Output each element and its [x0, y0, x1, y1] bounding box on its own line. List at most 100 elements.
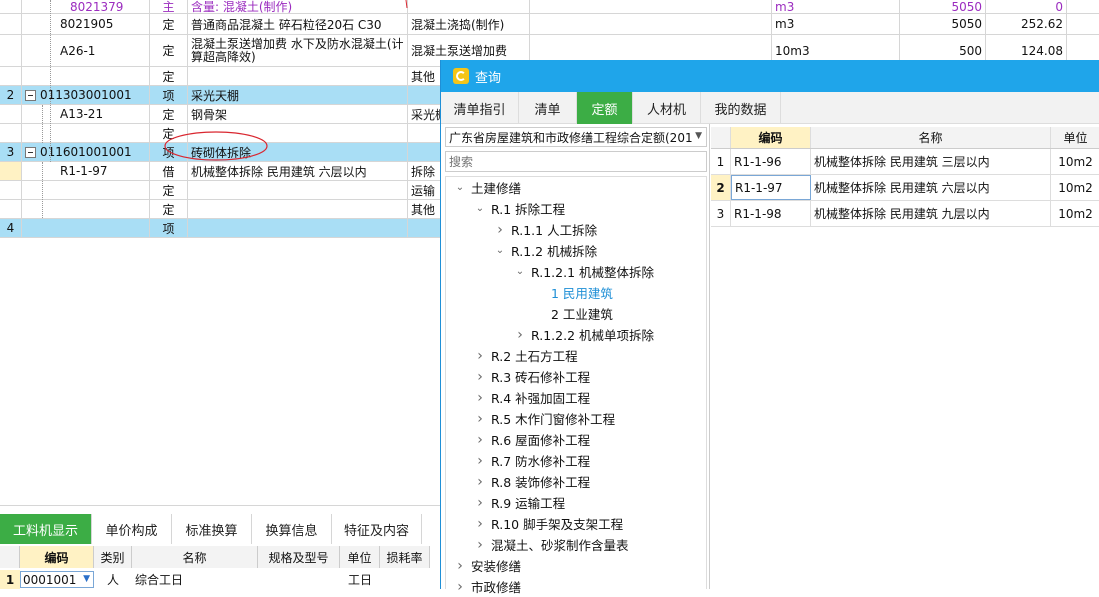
tree-node-label: 1 民用建筑	[551, 286, 613, 301]
row-unit: 10m2	[1058, 180, 1093, 195]
col-header-loss-rate[interactable]: 损耗率	[380, 546, 430, 568]
code-value: 0001001	[23, 572, 77, 587]
row-name: 综合工日	[135, 573, 184, 587]
tree-connector	[42, 162, 43, 218]
col-header-code[interactable]: 编码	[20, 546, 94, 568]
tree-node[interactable]: › R.8 装饰修补工程	[473, 471, 590, 492]
tab-standard-conversion[interactable]: 标准换算	[172, 514, 252, 544]
chevron-down-icon[interactable]: ▼	[695, 131, 702, 141]
tree-node-label: R.4 补强加固工程	[491, 391, 591, 406]
chevron-right-icon[interactable]: ›	[473, 516, 487, 532]
tree-node[interactable]: › R.5 木作门窗修补工程	[473, 408, 615, 429]
chevron-right-icon[interactable]: ›	[473, 411, 487, 427]
code-combobox[interactable]: 0001001 ▼	[20, 571, 94, 588]
library-select[interactable]: 广东省房屋建筑和市政修缮工程综合定额(201 ▼	[445, 127, 707, 147]
table-row[interactable]: 3 R1-1-98 机械整体拆除 民用建筑 九层以内 10m2	[711, 201, 1099, 227]
row-type: 借	[150, 162, 188, 180]
tree-node[interactable]: ⌄ R.1.2 机械拆除	[493, 240, 597, 261]
table-row[interactable]: 8021905 定 普通商品混凝土 碎石粒径20石 C30 混凝土浇捣(制作) …	[0, 14, 1099, 35]
chevron-right-icon[interactable]: ›	[473, 474, 487, 490]
tree-node[interactable]: › R.10 脚手架及支架工程	[473, 513, 623, 534]
dialog-titlebar[interactable]: 查询	[441, 60, 1099, 92]
row-name: 采光天棚	[188, 86, 408, 104]
chevron-right-icon[interactable]: ›	[473, 369, 487, 385]
tree-node-label: 市政修缮	[471, 580, 522, 595]
row-type: 定	[150, 14, 188, 34]
tree-node[interactable]: 2 工业建筑	[547, 303, 613, 324]
tab-quota[interactable]: 定额	[577, 92, 633, 124]
row-type: 定	[150, 181, 188, 199]
tree-node[interactable]: › R.3 砖石修补工程	[473, 366, 590, 387]
chevron-right-icon[interactable]: ›	[473, 495, 487, 511]
tab-features[interactable]: 特征及内容	[332, 514, 422, 544]
row-code: 011601001001	[40, 145, 132, 159]
col-header-code[interactable]: 编码	[731, 127, 811, 148]
tree-node[interactable]: › R.9 运输工程	[473, 492, 565, 513]
tab-labor-material[interactable]: 工料机显示	[0, 514, 92, 544]
tree-node[interactable]: › R.1.2.2 机械单项拆除	[513, 324, 654, 345]
chevron-down-icon[interactable]: ⌄	[453, 182, 467, 193]
tree-node[interactable]: › R.2 土石方工程	[473, 345, 577, 366]
chevron-down-icon[interactable]: ⌄	[493, 245, 507, 256]
tree-node[interactable]: ⌄ R.1.2.1 机械整体拆除	[513, 261, 654, 282]
red-ellipse-annotation	[164, 131, 268, 161]
row-name	[188, 219, 408, 237]
tree-node[interactable]: › R.7 防水修补工程	[473, 450, 590, 471]
row-name	[188, 67, 408, 85]
row-type: 主	[150, 0, 188, 13]
collapse-icon[interactable]	[25, 146, 36, 158]
chevron-right-icon[interactable]: ›	[453, 579, 467, 595]
tab-my-data[interactable]: 我的数据	[701, 92, 781, 124]
table-row[interactable]: 8021379 主 含量: 混凝土(制作) m3 5050 0	[0, 0, 1099, 14]
tab-labor-material-machine[interactable]: 人材机	[633, 92, 701, 124]
tree-node[interactable]: › R.4 补强加固工程	[473, 387, 590, 408]
tree-node[interactable]: › R.1.1 人工拆除	[493, 219, 597, 240]
chevron-right-icon[interactable]: ›	[513, 327, 527, 343]
dropdown-arrow-icon[interactable]: ▼	[83, 574, 90, 584]
row-name: 混凝土泵送增加费 水下及防水混凝土(计算超高降效)	[188, 35, 408, 66]
tree-node[interactable]: ⌄ R.1 拆除工程	[473, 198, 565, 219]
tree-node[interactable]: › R.6 屋面修补工程	[473, 429, 590, 450]
chevron-down-icon[interactable]: ⌄	[513, 266, 527, 277]
search-box[interactable]	[445, 151, 707, 172]
tree-node[interactable]: › 混凝土、砂浆制作含量表	[473, 534, 628, 555]
tab-bill-guide[interactable]: 清单指引	[441, 92, 519, 124]
table-row[interactable]: 2 R1-1-97 机械整体拆除 民用建筑 六层以内 10m2	[711, 175, 1099, 201]
chevron-right-icon[interactable]: ›	[473, 537, 487, 553]
tree-node[interactable]: 1 民用建筑	[547, 282, 613, 303]
row-name: 机械整体拆除 民用建筑 三层以内	[811, 149, 1051, 174]
row-index: 4	[0, 219, 22, 237]
row-unit: 10m2	[1058, 206, 1093, 221]
row-name: 机械整体拆除 民用建筑 六层以内	[188, 162, 408, 180]
dialog-title: 查询	[475, 70, 502, 86]
chevron-down-icon[interactable]: ⌄	[473, 203, 487, 214]
col-header-spec[interactable]: 规格及型号	[258, 546, 340, 568]
table-row[interactable]: 1 R1-1-96 机械整体拆除 民用建筑 三层以内 10m2	[711, 149, 1099, 175]
tab-bill[interactable]: 清单	[519, 92, 577, 124]
search-input[interactable]	[446, 152, 706, 171]
collapse-icon[interactable]	[25, 89, 36, 101]
tree-node[interactable]: › 安装修缮	[453, 555, 521, 576]
col-header-unit[interactable]: 单位	[340, 546, 380, 568]
chevron-right-icon[interactable]: ›	[493, 222, 507, 238]
tree-node[interactable]: ⌄ 土建修缮	[453, 177, 521, 198]
splitter[interactable]	[709, 124, 710, 589]
chevron-right-icon[interactable]: ›	[453, 558, 467, 574]
row-code[interactable]: R1-1-97	[731, 175, 811, 200]
tree-node[interactable]: › 市政修缮	[453, 576, 521, 597]
col-header-name[interactable]: 名称	[811, 127, 1051, 148]
chevron-right-icon[interactable]: ›	[473, 453, 487, 469]
tab-conversion-info[interactable]: 换算信息	[252, 514, 332, 544]
tree-node-label: R.1 拆除工程	[491, 202, 566, 217]
chevron-right-icon[interactable]: ›	[473, 390, 487, 406]
table-row[interactable]: 1 0001001 ▼ 人 综合工日 工日	[0, 570, 430, 589]
tree-node-label: R.1.2.2 机械单项拆除	[531, 328, 654, 343]
col-header-name[interactable]: 名称	[132, 546, 258, 568]
col-header-type[interactable]: 类别	[94, 546, 132, 568]
chevron-right-icon[interactable]: ›	[473, 348, 487, 364]
app-logo-icon	[453, 68, 469, 84]
col-header-unit[interactable]: 单位	[1051, 127, 1099, 148]
chevron-right-icon[interactable]: ›	[473, 432, 487, 448]
query-dialog: 查询 清单指引 清单 定额 人材机 我的数据 广东省房屋建筑和市政修缮工程综合定…	[440, 60, 1099, 595]
tab-unit-price[interactable]: 单价构成	[92, 514, 172, 544]
